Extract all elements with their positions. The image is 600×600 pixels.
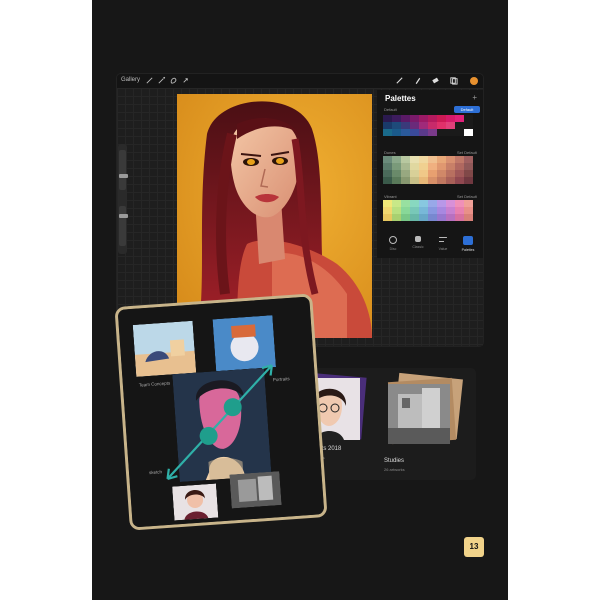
smudge-icon[interactable] <box>413 76 422 85</box>
ipad-device: Team Concepts sketch Portraits <box>114 293 328 531</box>
gallery-stack-studies[interactable] <box>386 372 463 446</box>
tab-classic[interactable]: Classic <box>408 236 428 249</box>
palette-1-swatches[interactable] <box>383 115 473 136</box>
palette-3-set-default[interactable]: Set Default <box>457 194 477 199</box>
brush-size-sidebar[interactable] <box>118 144 128 254</box>
brush-size-knob[interactable] <box>119 174 128 178</box>
color-picker-icon[interactable] <box>470 77 478 85</box>
color-mode-tabs: Disc Classic Value Palettes <box>377 236 483 256</box>
palette-3-name: Vibrant <box>384 194 397 199</box>
top-toolbar: Gallery <box>117 74 483 88</box>
transform-arrow-icon[interactable] <box>181 76 190 85</box>
value-icon <box>439 236 447 244</box>
add-palette-button[interactable]: + <box>472 93 477 102</box>
layers-icon[interactable] <box>449 76 458 85</box>
palette-2-set-default[interactable]: Set Default <box>457 150 477 155</box>
palette-2-name: Dunes <box>384 150 396 155</box>
opacity-knob[interactable] <box>119 214 128 218</box>
tab-value[interactable]: Value <box>433 236 453 251</box>
selection-icon[interactable] <box>169 76 178 85</box>
resize-arrow-line <box>166 364 273 480</box>
resize-arrows <box>166 364 273 480</box>
palettes-panel: Palettes + Default Default Dunes Set Def… <box>377 90 483 258</box>
tab-disc[interactable]: Disc <box>383 236 403 251</box>
palette-1-name: Default <box>384 107 397 112</box>
tab-value-label: Value <box>438 247 448 251</box>
page-number-badge: 13 <box>464 537 484 557</box>
palette-1-default-button[interactable]: Default <box>454 106 480 113</box>
tab-palettes-label: Palettes <box>461 248 475 252</box>
wrench-icon[interactable] <box>145 76 154 85</box>
eraser-icon[interactable] <box>431 76 440 85</box>
ipad-screen: Team Concepts sketch Portraits <box>117 296 325 528</box>
palette-2-swatches[interactable] <box>383 156 473 184</box>
gallery-button[interactable]: Gallery <box>121 77 140 83</box>
palettes-title: Palettes <box>385 94 416 103</box>
disc-icon <box>389 236 397 244</box>
magic-wand-icon[interactable] <box>157 76 166 85</box>
stack-studies-sub: 26 artworks <box>384 467 405 472</box>
stack-studies-label: Studies <box>384 458 405 464</box>
brush-size-slider[interactable] <box>119 150 128 190</box>
tab-classic-label: Classic <box>412 245 424 249</box>
opacity-slider[interactable] <box>119 206 128 246</box>
tab-disc-label: Disc <box>389 247 397 251</box>
classic-icon <box>415 236 421 242</box>
tab-palettes[interactable]: Palettes <box>458 236 478 252</box>
studies-thumb-grayscale <box>388 384 450 444</box>
brush-icon[interactable] <box>395 76 404 85</box>
palettes-icon <box>463 236 473 245</box>
palette-3-swatches[interactable] <box>383 200 473 221</box>
